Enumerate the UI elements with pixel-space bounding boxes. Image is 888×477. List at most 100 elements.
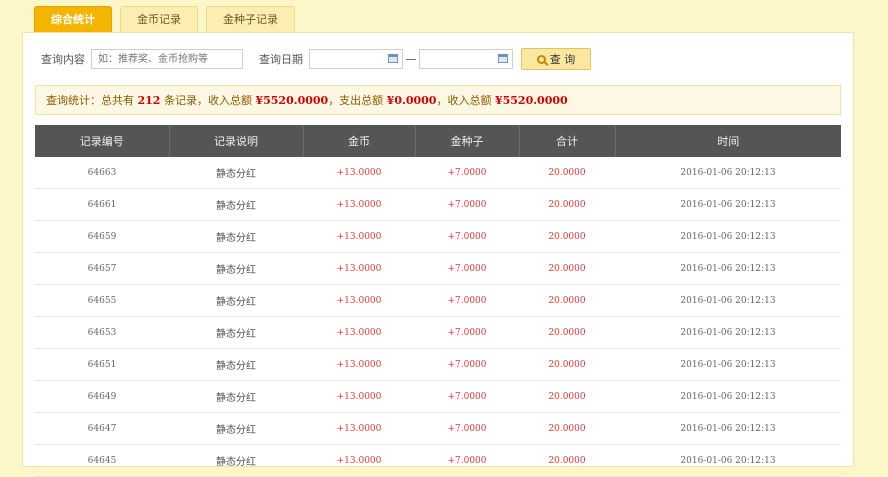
cell-total: 20.0000	[519, 380, 615, 413]
cell-time: 2016-01-06 20:12:13	[615, 316, 841, 349]
cell-gold-seed: +7.0000	[415, 348, 519, 381]
cell-gold-coin: +13.0000	[303, 348, 415, 381]
cell-gold-seed: +7.0000	[415, 252, 519, 285]
calendar-icon[interactable]	[498, 54, 508, 63]
tab-bar: 综合统计 金币记录 金种子记录	[34, 6, 295, 33]
cell-gold-coin: +13.0000	[303, 157, 415, 189]
start-date-field[interactable]	[309, 49, 403, 69]
header-total: 合计	[518, 125, 615, 157]
cell-description: 静态分红	[169, 157, 303, 189]
cell-time: 2016-01-06 20:12:13	[615, 188, 841, 221]
header-gold-seed: 金种子	[414, 125, 519, 157]
cell-total: 20.0000	[519, 412, 615, 445]
cell-description: 静态分红	[169, 188, 303, 221]
cell-total: 20.0000	[519, 157, 615, 189]
cell-record-id: 64649	[35, 380, 169, 413]
cell-total: 20.0000	[519, 188, 615, 221]
summary-income2-label: ，收入总额	[436, 94, 492, 107]
table-row: 64655 静态分红 +13.0000 +7.0000 20.0000 2016-01-0…	[35, 284, 841, 317]
cell-gold-seed: +7.0000	[415, 380, 519, 413]
header-gold-coin: 金币	[302, 125, 415, 157]
query-input[interactable]	[91, 49, 243, 69]
end-date-field[interactable]	[419, 49, 513, 69]
table-row: 64645 静态分红 +13.0000 +7.0000 20.0000 2016-01-0…	[35, 444, 841, 477]
summary-income: ¥5520.0000	[255, 94, 329, 107]
table-header-row: 记录编号 记录说明 金币 金种子 合计 时间	[35, 125, 841, 157]
cell-description: 静态分红	[169, 380, 303, 413]
search-icon	[536, 54, 546, 64]
date-label: 查询日期	[259, 53, 303, 66]
cell-gold-coin: +13.0000	[303, 252, 415, 285]
table-row: 64647 静态分红 +13.0000 +7.0000 20.0000 2016-01-0…	[35, 412, 841, 445]
cell-total: 20.0000	[519, 348, 615, 381]
cell-record-id: 64657	[35, 252, 169, 285]
cell-total: 20.0000	[519, 284, 615, 317]
content-panel: 查询内容 查询日期 查 询 查询统计：总共有 212 条记录，收入总额 ¥552…	[22, 32, 854, 477]
cell-time: 2016-01-06 20:12:13	[615, 444, 841, 477]
cell-time: 2016-01-06 20:12:13	[615, 412, 841, 445]
cell-gold-coin: +13.0000	[303, 444, 415, 477]
header-record-id: 记录编号	[35, 125, 169, 157]
cell-record-id: 64661	[35, 188, 169, 221]
summary-count: 212	[137, 94, 161, 107]
cell-record-id: 64653	[35, 316, 169, 349]
cell-description: 静态分红	[169, 316, 303, 349]
cell-description: 静态分红	[169, 444, 303, 477]
cell-gold-seed: +7.0000	[415, 444, 519, 477]
cell-total: 20.0000	[519, 316, 615, 349]
summary-income2: ¥5520.0000	[494, 94, 568, 107]
cell-gold-coin: +13.0000	[303, 316, 415, 349]
records-table: 记录编号 记录说明 金币 金种子 合计 时间 64663 静态分红 +13.0000…	[35, 125, 841, 477]
search-button-label: 查 询	[549, 53, 576, 66]
table-row: 64649 静态分红 +13.0000 +7.0000 20.0000 2016-01-0…	[35, 380, 841, 413]
calendar-icon[interactable]	[388, 54, 398, 63]
cell-record-id: 64659	[35, 220, 169, 253]
cell-time: 2016-01-06 20:12:13	[615, 157, 841, 189]
cell-total: 20.0000	[519, 444, 615, 477]
cell-record-id: 64655	[35, 284, 169, 317]
cell-gold-seed: +7.0000	[415, 157, 519, 189]
cell-time: 2016-01-06 20:12:13	[615, 220, 841, 253]
cell-total: 20.0000	[519, 220, 615, 253]
table-row: 64653 静态分红 +13.0000 +7.0000 20.0000 2016-01-0…	[35, 316, 841, 349]
search-button[interactable]: 查 询	[521, 48, 591, 70]
cell-total: 20.0000	[519, 252, 615, 285]
table-row: 64657 静态分红 +13.0000 +7.0000 20.0000 2016-01-0…	[35, 252, 841, 285]
summary-expense-label: ，支出总额	[328, 94, 384, 107]
table-row: 64661 静态分红 +13.0000 +7.0000 20.0000 2016-01-0…	[35, 188, 841, 221]
cell-description: 静态分红	[169, 348, 303, 381]
cell-gold-seed: +7.0000	[415, 316, 519, 349]
cell-gold-seed: +7.0000	[415, 412, 519, 445]
cell-gold-seed: +7.0000	[415, 284, 519, 317]
cell-description: 静态分红	[169, 252, 303, 285]
cell-record-id: 64645	[35, 444, 169, 477]
query-label: 查询内容	[41, 53, 85, 66]
cell-time: 2016-01-06 20:12:13	[615, 284, 841, 317]
cell-gold-seed: +7.0000	[415, 188, 519, 221]
date-range-dash	[406, 58, 416, 60]
cell-description: 静态分红	[169, 284, 303, 317]
tab-gold-seed-records[interactable]: 金种子记录	[206, 6, 295, 33]
table-row: 64659 静态分红 +13.0000 +7.0000 20.0000 2016-01-0…	[35, 220, 841, 253]
cell-gold-coin: +13.0000	[303, 284, 415, 317]
cell-gold-coin: +13.0000	[303, 412, 415, 445]
summary-count-unit: 条记录，收入总额	[163, 94, 252, 107]
table-row: 64663 静态分红 +13.0000 +7.0000 20.0000 2016-01-0…	[35, 157, 841, 189]
cell-description: 静态分红	[169, 412, 303, 445]
header-time: 时间	[614, 125, 841, 157]
cell-description: 静态分红	[169, 220, 303, 253]
cell-gold-coin: +13.0000	[303, 188, 415, 221]
summary-expense: ¥0.0000	[386, 94, 437, 107]
tab-overview[interactable]: 综合统计	[34, 6, 112, 33]
cell-record-id: 64663	[35, 157, 169, 189]
cell-time: 2016-01-06 20:12:13	[615, 252, 841, 285]
tab-gold-coin-records[interactable]: 金币记录	[120, 6, 198, 33]
cell-gold-coin: +13.0000	[303, 380, 415, 413]
cell-time: 2016-01-06 20:12:13	[615, 348, 841, 381]
table-row: 64651 静态分红 +13.0000 +7.0000 20.0000 2016-01-0…	[35, 348, 841, 381]
search-bar: 查询内容 查询日期 查 询	[41, 47, 591, 71]
summary-prefix: 查询统计：总共有	[46, 94, 134, 107]
cell-gold-coin: +13.0000	[303, 220, 415, 253]
cell-gold-seed: +7.0000	[415, 220, 519, 253]
query-summary: 查询统计：总共有 212 条记录，收入总额 ¥5520.0000，支出总额 ¥0…	[35, 85, 841, 115]
